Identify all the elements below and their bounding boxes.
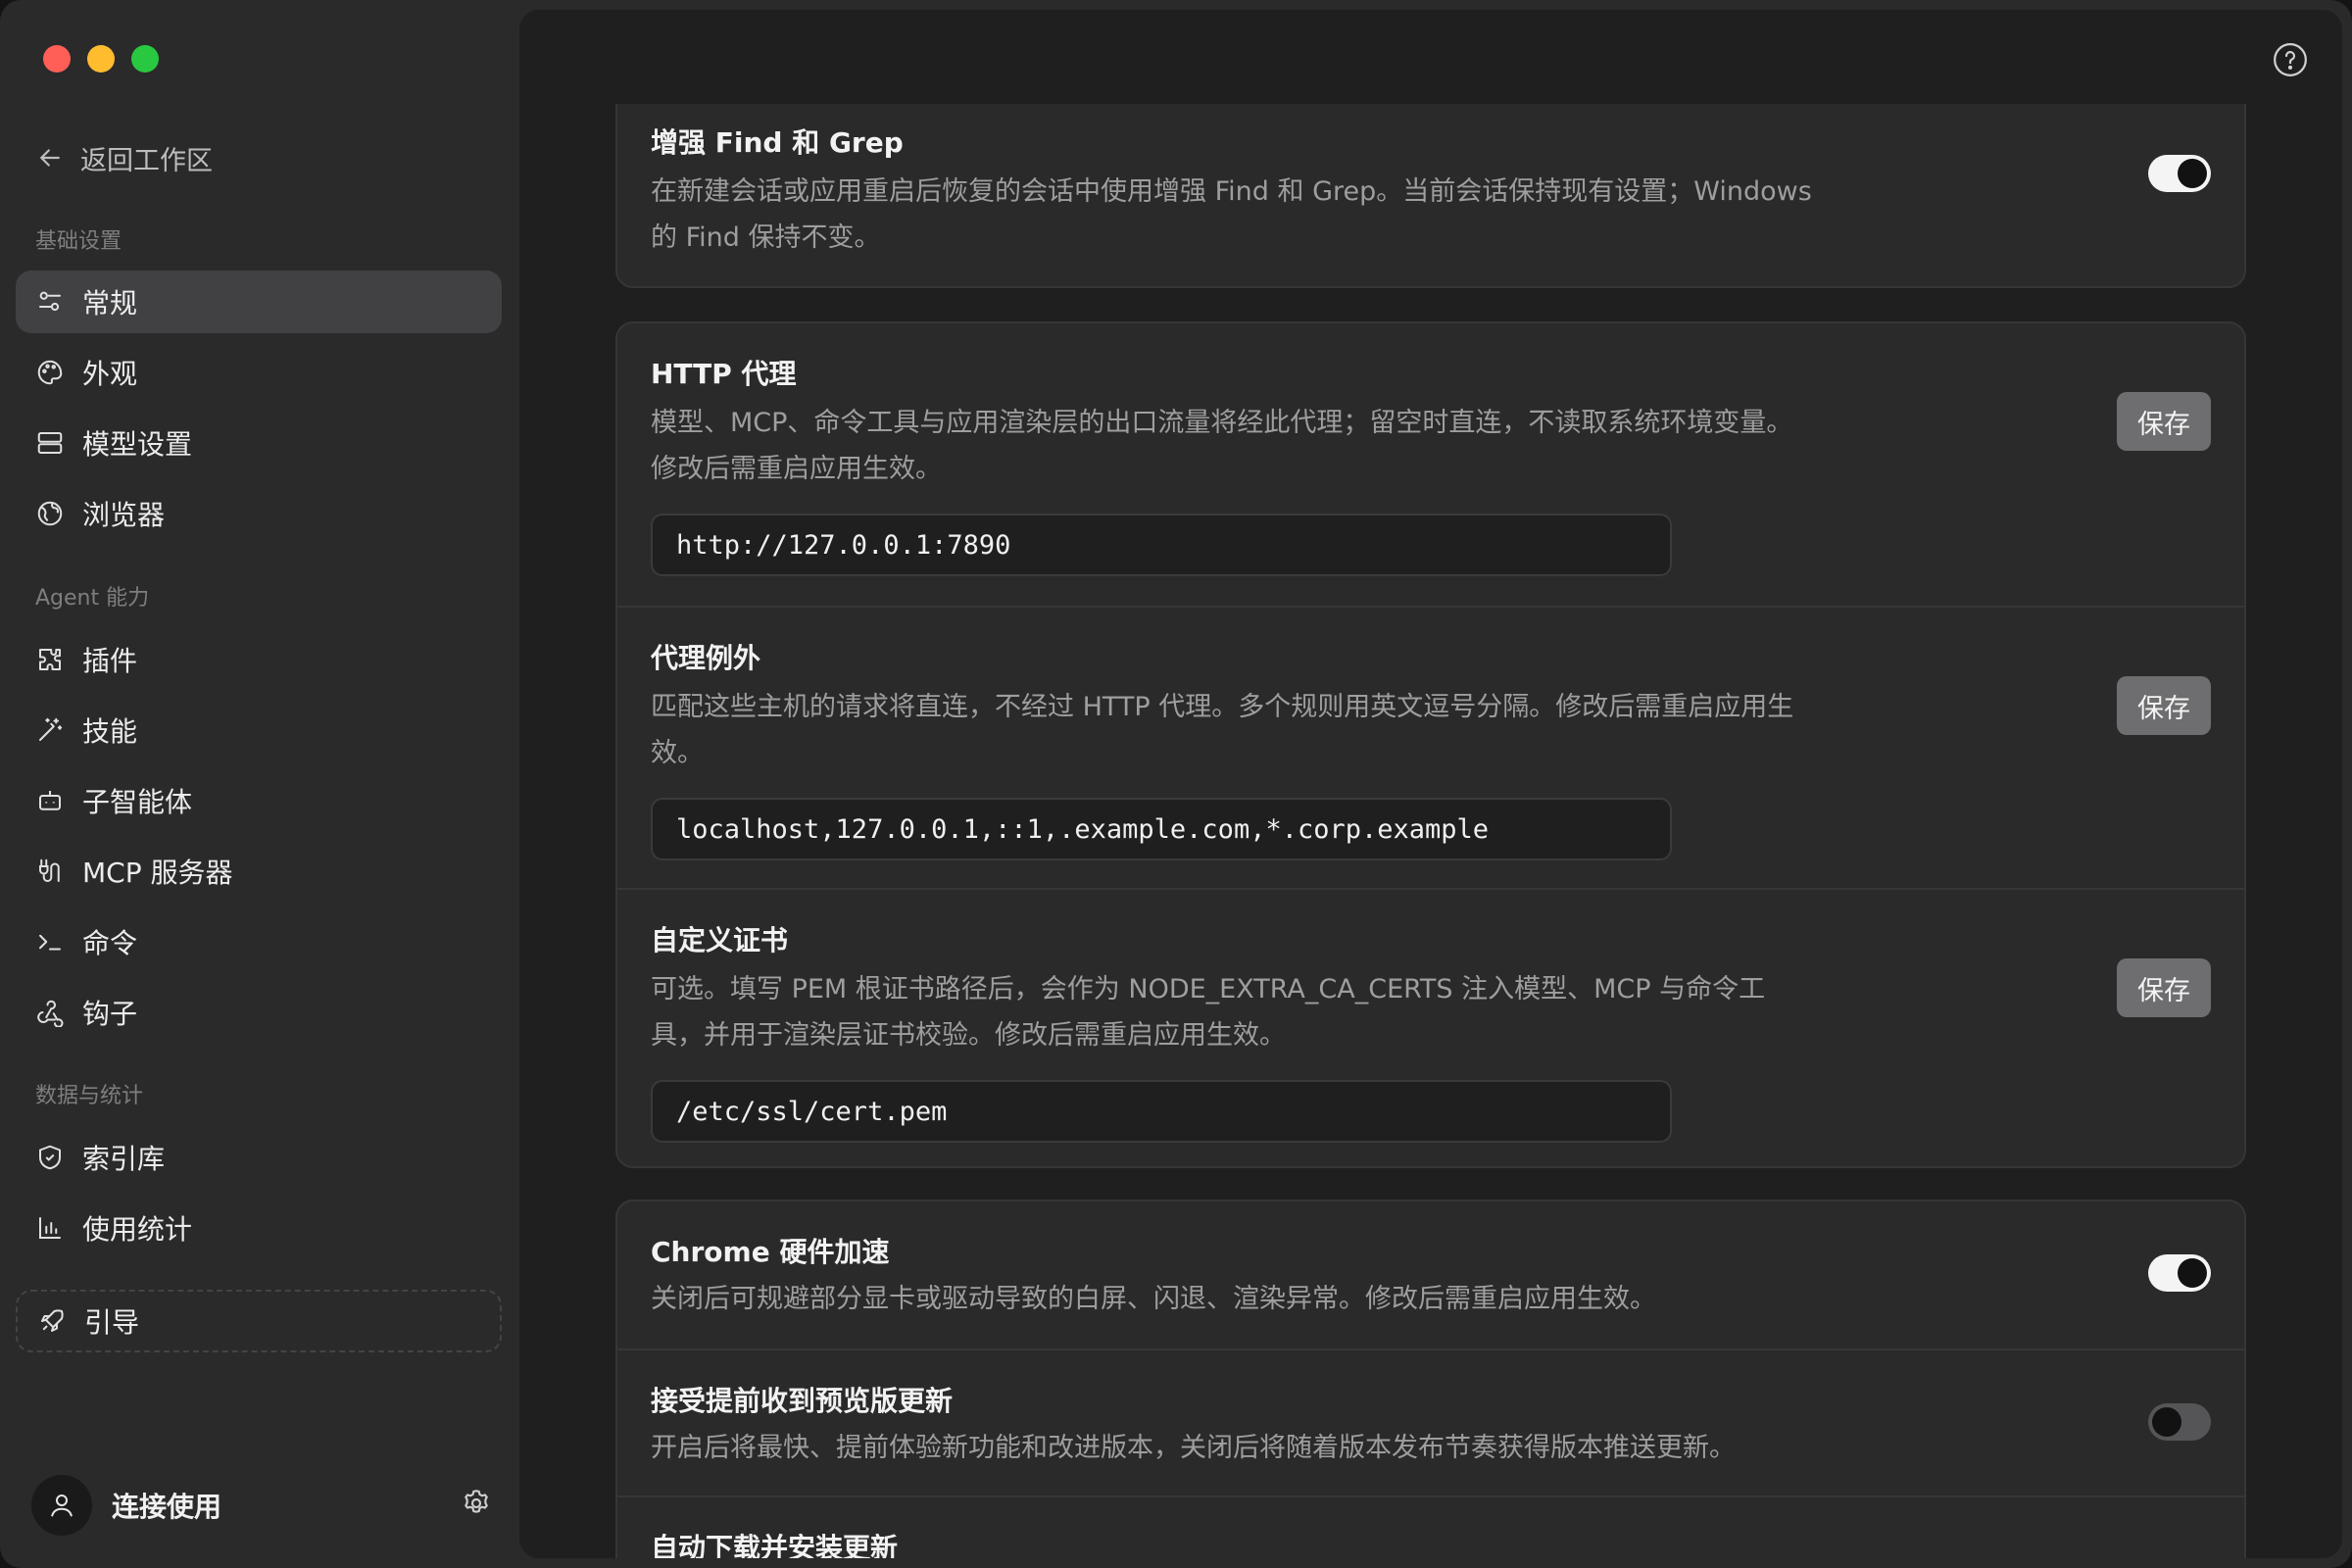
user-icon [51, 1494, 73, 1517]
terminal-icon [39, 934, 61, 951]
sidebar-item-subagent[interactable]: 子智能体 [16, 769, 502, 832]
proxy-bypass-input[interactable] [651, 798, 1672, 860]
setting-title: Chrome 硬件加速 [651, 1236, 890, 1268]
back-label: 返回工作区 [80, 145, 213, 176]
sidebar-item-guide[interactable]: 引导 [16, 1290, 502, 1352]
sidebar-item-mcp[interactable]: MCP 服务器 [16, 840, 502, 903]
settings-scroll-area[interactable]: 增强 Find 和 Grep 在新建会话或应用重启后恢复的会话中使用增强 Fin… [519, 104, 2342, 1558]
setting-title: 接受提前收到预览版更新 [651, 1385, 954, 1417]
setting-title: 自动下载并安装更新 [651, 1532, 899, 1558]
setting-row-preview-updates: 接受提前收到预览版更新 开启后将最快、提前体验新功能和改进版本，关闭后将随着版本… [617, 1348, 2244, 1495]
zoom-window-button[interactable] [131, 45, 159, 73]
settings-card-grep: 增强 Find 和 Grep 在新建会话或应用重启后恢复的会话中使用增强 Fin… [615, 104, 2246, 288]
setting-description: 开启后将最快、提前体验新功能和改进版本，关闭后将随着版本发布节奏获得版本推送更新… [651, 1433, 1736, 1463]
globe-icon [37, 501, 63, 526]
sliders-icon [39, 291, 61, 312]
section-title-agent: Agent 能力 [35, 586, 150, 611]
setting-description: 模型、MCP、命令工具与应用渲染层的出口流量将经此代理；留空时直连，不读取系统环… [651, 408, 1793, 484]
sidebar-item-label: MCP 服务器 [82, 857, 233, 889]
palette-icon [37, 360, 63, 385]
server-icon [37, 432, 63, 454]
enhanced-grep-toggle[interactable] [2148, 155, 2211, 192]
preview-updates-toggle[interactable] [2148, 1403, 2211, 1441]
toggle-knob [2178, 1258, 2207, 1288]
chrome-hw-accel-toggle[interactable] [2148, 1254, 2211, 1292]
setting-row-http-proxy: HTTP 代理 模型、MCP、命令工具与应用渲染层的出口流量将经此代理；留空时直… [617, 323, 2244, 606]
section-title-basic: 基础设置 [35, 229, 122, 254]
sidebar-item-general[interactable]: 常规 [16, 270, 502, 333]
user-name: 连接使用 [112, 1491, 222, 1523]
setting-title: 自定义证书 [651, 924, 789, 956]
setting-title: 增强 Find 和 Grep [651, 126, 904, 159]
gear-icon [465, 1490, 488, 1513]
sidebar-item-index[interactable]: 索引库 [16, 1126, 502, 1189]
sidebar-item-label: 浏览器 [82, 499, 166, 531]
sidebar-item-label: 常规 [82, 287, 138, 319]
puzzle-icon [39, 649, 61, 670]
window-controls [43, 45, 159, 73]
sidebar-item-label: 钩子 [82, 998, 138, 1030]
sidebar-item-label: 子智能体 [82, 786, 193, 818]
robot-icon [39, 791, 61, 810]
settings-card-app: Chrome 硬件加速 关闭后可规避部分显卡或驱动导致的白屏、闪退、渲染异常。修… [615, 1200, 2246, 1558]
minimize-window-button[interactable] [87, 45, 115, 73]
setting-row-auto-update: 自动下载并安装更新 [617, 1495, 2244, 1558]
close-window-button[interactable] [43, 45, 71, 73]
sidebar-item-plugins[interactable]: 插件 [16, 628, 502, 691]
sidebar-item-browser[interactable]: 浏览器 [16, 482, 502, 545]
rocket-icon [41, 1309, 64, 1332]
setting-row-custom-cert: 自定义证书 可选。填写 PEM 根证书路径后，会作为 NODE_EXTRA_CA… [617, 888, 2244, 1166]
sidebar-item-commands[interactable]: 命令 [16, 910, 502, 973]
sidebar-item-usage[interactable]: 使用统计 [16, 1197, 502, 1259]
settings-card-network: HTTP 代理 模型、MCP、命令工具与应用渲染层的出口流量将经此代理；留空时直… [615, 321, 2246, 1168]
setting-description: 可选。填写 PEM 根证书路径后，会作为 NODE_EXTRA_CA_CERTS… [651, 974, 1766, 1051]
avatar[interactable] [31, 1475, 92, 1536]
http-proxy-input[interactable] [651, 514, 1672, 576]
plug-icon [39, 858, 60, 882]
sidebar-item-model[interactable]: 模型设置 [16, 412, 502, 474]
app-window: 返回工作区 基础设置 常规 外观 模型设置 浏览器 Agent 能力 插件 技能 [0, 0, 2352, 1568]
setting-description: 关闭后可规避部分显卡或驱动导致的白屏、闪退、渲染异常。修改后需重启应用生效。 [651, 1284, 1656, 1314]
settings-panel: 增强 Find 和 Grep 在新建会话或应用重启后恢复的会话中使用增强 Fin… [519, 10, 2342, 1558]
arrow-left-icon [40, 149, 60, 167]
magic-wand-icon [39, 717, 63, 741]
help-icon[interactable] [2272, 41, 2309, 78]
sidebar-item-label: 插件 [82, 645, 138, 677]
setting-row-chrome-hw: Chrome 硬件加速 关闭后可规避部分显卡或驱动导致的白屏、闪退、渲染异常。修… [617, 1201, 2244, 1348]
sidebar-item-hooks[interactable]: 钩子 [16, 981, 502, 1044]
settings-button[interactable] [461, 1488, 492, 1523]
setting-title: HTTP 代理 [651, 358, 797, 390]
setting-description: 在新建会话或应用重启后恢复的会话中使用增强 Find 和 Grep。当前会话保持… [651, 176, 1812, 253]
section-title-data: 数据与统计 [35, 1084, 144, 1108]
back-to-workspace-link[interactable]: 返回工作区 [35, 135, 213, 180]
custom-cert-input[interactable] [651, 1080, 1672, 1143]
sidebar-item-skills[interactable]: 技能 [16, 699, 502, 761]
user-account[interactable]: 连接使用 [31, 1474, 492, 1537]
bar-chart-icon [39, 1217, 61, 1239]
http-proxy-save-button[interactable]: 保存 [2117, 392, 2211, 451]
sidebar: 返回工作区 基础设置 常规 外观 模型设置 浏览器 Agent 能力 插件 技能 [0, 0, 519, 1568]
sidebar-item-label: 引导 [84, 1306, 140, 1339]
sidebar-item-label: 使用统计 [82, 1213, 193, 1246]
sidebar-item-label: 模型设置 [82, 428, 193, 461]
sidebar-item-label: 技能 [82, 715, 138, 748]
setting-title: 代理例外 [651, 642, 761, 674]
sidebar-item-label: 命令 [82, 927, 138, 959]
toggle-knob [2178, 159, 2207, 188]
proxy-bypass-save-button[interactable]: 保存 [2117, 676, 2211, 735]
webhook-icon [37, 1000, 64, 1027]
setting-row-enhanced-grep: 增强 Find 和 Grep 在新建会话或应用重启后恢复的会话中使用增强 Fin… [617, 104, 2244, 286]
toggle-knob [2152, 1407, 2181, 1437]
sidebar-item-appearance[interactable]: 外观 [16, 341, 502, 404]
setting-description: 匹配这些主机的请求将直连，不经过 HTTP 代理。多个规则用英文逗号分隔。修改后… [651, 692, 1794, 768]
shield-check-icon [39, 1145, 61, 1170]
custom-cert-save-button[interactable]: 保存 [2117, 958, 2211, 1017]
setting-row-proxy-bypass: 代理例外 匹配这些主机的请求将直连，不经过 HTTP 代理。多个规则用英文逗号分… [617, 606, 2244, 888]
sidebar-item-label: 索引库 [82, 1143, 166, 1175]
sidebar-item-label: 外观 [82, 358, 138, 390]
